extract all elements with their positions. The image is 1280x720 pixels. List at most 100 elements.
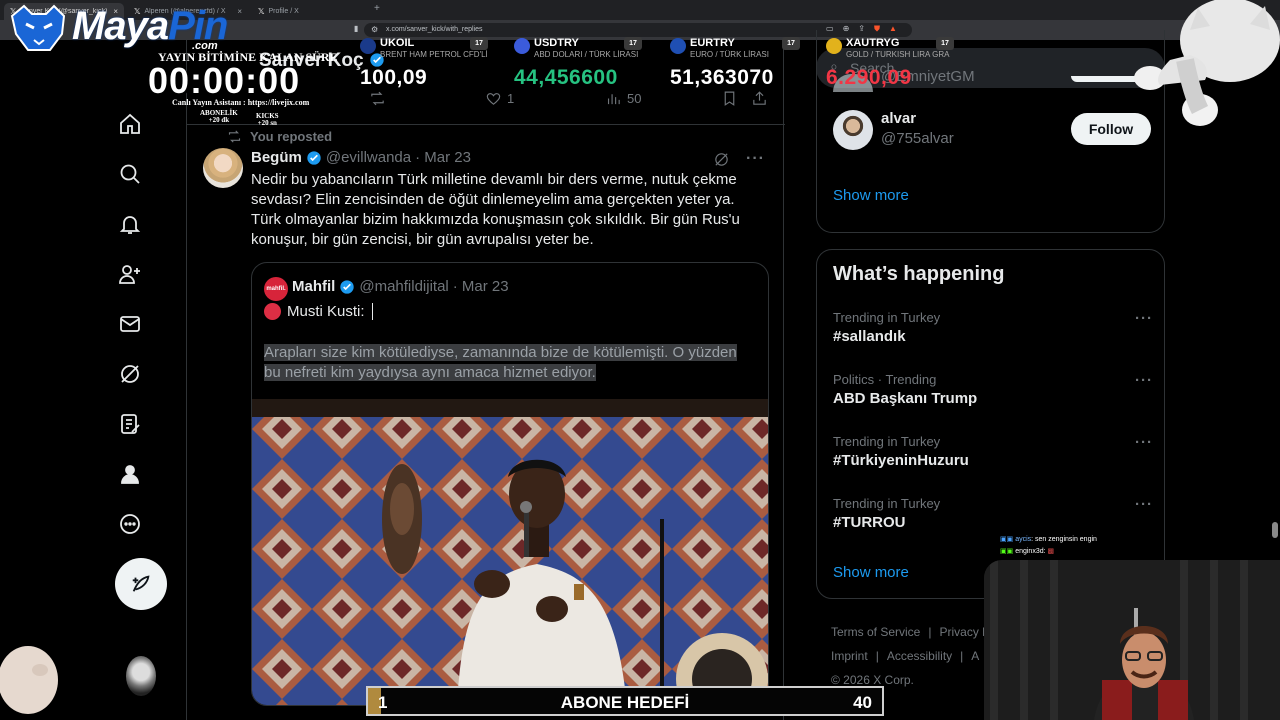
search-icon[interactable] — [118, 162, 142, 186]
stream-timer: 00:00:00 — [148, 60, 301, 101]
ticker-symbol: XAUTRYG — [846, 37, 900, 49]
tweet-menu: ··· — [713, 150, 765, 168]
footer-separator: | — [928, 625, 932, 639]
imprint-link[interactable]: Imprint — [831, 649, 868, 663]
ads-info-link[interactable]: A — [971, 649, 979, 663]
trend-title: ABD Başkanı Trump — [833, 390, 978, 407]
tradingview-logo-icon: 17 — [936, 37, 954, 50]
tradingview-logo-icon: 17 — [470, 37, 488, 50]
repost-label: You reposted — [250, 129, 333, 144]
ticker-xautryg: XAUTRYG GOLD / TURKISH LIRA GRA 17 6.290… — [826, 36, 966, 92]
suggested-user-row[interactable]: alvar @755alvar Follow — [833, 108, 1153, 152]
quote-avatar-text: mahfil. — [266, 286, 286, 292]
trend-item[interactable]: Politics · Trending ABD Başkanı Trump ··… — [833, 372, 1153, 422]
quote-text-line1: Musti Kusti: — [264, 303, 373, 320]
quote-speaker: Musti Kusti: — [287, 303, 365, 320]
view-count: 50 — [627, 91, 642, 106]
quote-author-avatar: mahfil. — [264, 277, 288, 301]
compose-post-button[interactable] — [115, 558, 167, 610]
messages-envelope-icon[interactable] — [118, 312, 142, 336]
home-icon[interactable] — [118, 112, 142, 136]
verified-badge-icon — [307, 150, 321, 165]
mayapin-logo: MayaPin .com — [6, 2, 236, 54]
trend-context: Trending in Turkey — [833, 310, 941, 325]
text-caret — [371, 303, 373, 320]
grok-icon[interactable] — [118, 362, 142, 386]
browser-tab-profile[interactable]: 𝕏 Profile / X — [252, 3, 370, 20]
views-button[interactable]: 50 — [605, 90, 641, 107]
comedian-photo — [252, 399, 768, 705]
ticker-eurtry: EURTRY EURO / TÜRK LİRASI 17 51,363070 — [670, 36, 810, 92]
cat-sticker-bottom — [0, 640, 60, 720]
more-circle-icon[interactable] — [118, 512, 142, 536]
trend-title: #TürkiyeninHuzuru — [833, 452, 969, 469]
usd-flag-icon — [514, 38, 530, 54]
more-options-icon[interactable]: ··· — [1135, 434, 1153, 451]
chat-badge-icon: ▣▣ — [1000, 536, 1016, 543]
tab-label: Profile / X — [268, 8, 299, 15]
tweet-header: Begüm @evillwanda · Mar 23 — [251, 149, 471, 166]
account-avatar[interactable] — [126, 656, 156, 696]
footer-separator: | — [875, 649, 879, 663]
site-info-icon[interactable]: ⚙ — [371, 23, 378, 37]
ticker-description: BRENT HAM PETROL CFD'Lİ — [380, 50, 488, 59]
trend-title: #sallandık — [833, 328, 906, 345]
retweet-icon[interactable] — [369, 90, 386, 107]
subscriber-goal-target: 40 — [853, 693, 872, 712]
quote-author-name: Mahfil — [292, 278, 336, 295]
new-tab-icon[interactable]: + — [374, 3, 380, 14]
tweet-author-handle[interactable]: @evillwanda — [326, 149, 411, 166]
page-scrollbar[interactable] — [1272, 522, 1278, 538]
ticker-symbol: USDTRY — [534, 37, 579, 49]
trend-item[interactable]: Trending in Turkey #TURROU ··· — [833, 496, 1153, 546]
url-text: x.com/sanver_kick/with_replies — [386, 26, 483, 33]
trend-item[interactable]: Trending in Turkey #TürkiyeninHuzuru ··· — [833, 434, 1153, 484]
ticker-usdtry: USDTRY ABD DOLARI / TÜRK LİRASI 17 44,45… — [514, 36, 664, 92]
whats-happening-title: What’s happening — [833, 263, 1005, 285]
accessibility-link[interactable]: Accessibility — [887, 649, 952, 663]
tweet-author-avatar[interactable] — [203, 148, 243, 188]
show-more-link[interactable]: Show more — [833, 187, 909, 204]
subscriber-goal-bar: 1 ABONE HEDEFİ 40 — [366, 686, 884, 716]
bookmark-icon[interactable] — [721, 90, 738, 107]
more-options-icon[interactable]: ··· — [1135, 496, 1153, 513]
ticker-description: ABD DOLARI / TÜRK LİRASI — [534, 50, 639, 59]
profile-person-icon[interactable] — [118, 462, 142, 486]
more-options-icon[interactable]: ··· — [746, 150, 765, 168]
brand-name-maya: Maya — [72, 4, 169, 48]
privacy-link[interactable]: Privacy P — [939, 625, 990, 639]
chat-username: aycis — [1015, 536, 1032, 543]
share-icon[interactable] — [751, 90, 768, 107]
trend-item[interactable]: Trending in Turkey #sallandık ··· — [833, 310, 1153, 360]
kicks-value: +20 sn — [257, 119, 277, 127]
more-options-icon[interactable]: ··· — [1135, 372, 1153, 389]
quote-media-image[interactable] — [252, 399, 768, 705]
chat-message: ▣▣ aycis: sen zenginsin engin — [1000, 534, 1097, 546]
follow-person-icon[interactable] — [118, 262, 142, 286]
chat-message: ▣▣ enginx3d: ▩ — [1000, 546, 1097, 558]
ukoil-badge-icon — [360, 38, 376, 54]
ticker-ukoil: UKOIL BRENT HAM PETROL CFD'Lİ 17 100,09 — [360, 36, 500, 92]
stream-chat: ▣▣ aycis: sen zenginsin engin ▣▣ enginx3… — [1000, 534, 1097, 558]
more-options-icon[interactable]: ··· — [1135, 310, 1153, 327]
footer-separator: | — [960, 649, 964, 663]
panther-logo-icon — [10, 4, 66, 51]
terms-link[interactable]: Terms of Service — [831, 625, 920, 639]
tab-close-icon[interactable]: × — [237, 7, 242, 16]
stream-assistant-text: Canlı Yayın Asistanı : https://livejix.c… — [172, 98, 310, 107]
bookmark-icon[interactable]: ▮ — [354, 24, 358, 33]
suggested-user-name: alvar — [881, 110, 917, 127]
quoted-tweet-card[interactable]: mahfil. Mahfil @mahfildijital · Mar 23 M… — [251, 262, 769, 706]
tweet-date[interactable]: · Mar 23 — [415, 149, 471, 166]
trend-title: #TURROU — [833, 514, 906, 531]
quote-text-line2: Arapları size kim kötülediyse, zamanında… — [264, 343, 754, 383]
notifications-bell-icon[interactable] — [118, 212, 142, 236]
show-more-link[interactable]: Show more — [833, 564, 909, 581]
grok-icon[interactable] — [713, 151, 730, 168]
quote-date: · Mar 23 — [452, 278, 509, 295]
lists-icon[interactable] — [118, 412, 142, 436]
like-button[interactable]: 1 — [485, 90, 514, 107]
tweet-author-name[interactable]: Begüm — [251, 149, 302, 166]
chat-username: enginx3d — [1015, 548, 1044, 555]
suggested-user-avatar — [833, 110, 873, 150]
